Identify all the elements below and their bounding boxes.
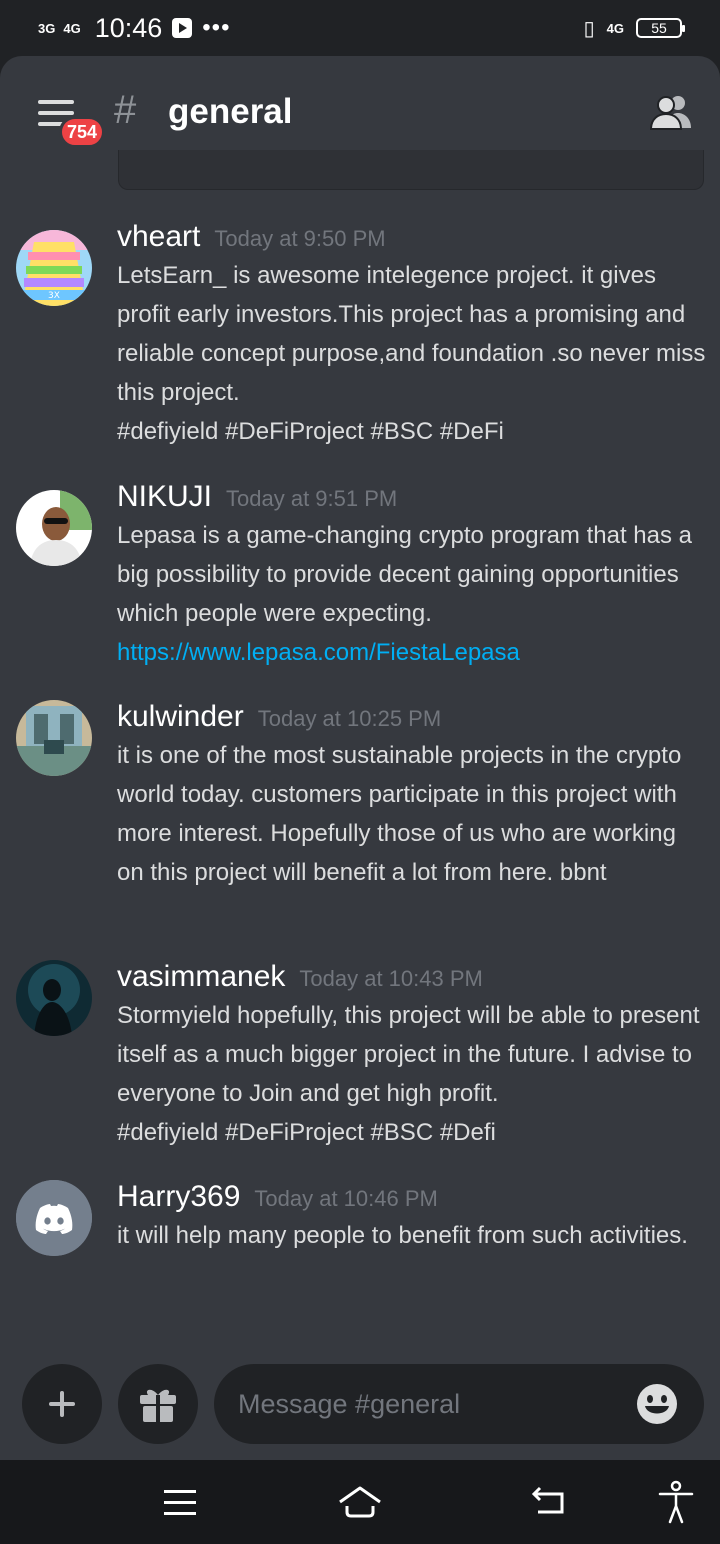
message-composer [0, 1362, 720, 1448]
message-hashtags: #defiyield #DeFiProject #BSC #DeFi [117, 418, 504, 445]
avatar[interactable] [16, 700, 92, 776]
network-indicator: 4G [606, 20, 624, 36]
timestamp: Today at 10:46 PM [254, 1186, 438, 1211]
status-bar: 3G 4G 10:46 ••• ▯ 4G 55 [0, 0, 720, 56]
username[interactable]: vheart [117, 220, 200, 254]
accessibility-icon[interactable] [654, 1480, 698, 1524]
status-time: 10:46 [94, 12, 163, 43]
message-text: LetsEarn_ is awesome intelegence project… [117, 262, 706, 406]
plus-icon [49, 1391, 75, 1417]
channel-title: general [168, 92, 293, 131]
youtube-icon [172, 18, 193, 38]
svg-text:3X: 3X [48, 291, 60, 301]
more-notifications-icon: ••• [202, 14, 231, 41]
signal-3g: 3G [38, 20, 56, 36]
notification-badge: 754 [59, 116, 106, 148]
username[interactable]: NIKUJI [117, 480, 212, 514]
timestamp: Today at 9:50 PM [214, 226, 386, 251]
timestamp: Today at 9:51 PM [226, 486, 398, 511]
username[interactable]: Harry369 [117, 1180, 240, 1214]
battery-indicator: 55 [636, 18, 685, 38]
message-input-container [214, 1364, 704, 1444]
signal-4g: 4G [63, 20, 81, 36]
vibrate-icon: ▯ [583, 17, 595, 40]
recent-apps-icon[interactable] [158, 1480, 202, 1524]
members-icon[interactable] [650, 94, 692, 130]
back-icon[interactable] [528, 1480, 572, 1524]
message-hashtags: #defiyield #DeFiProject #BSC #Defi [117, 1119, 496, 1146]
avatar[interactable] [16, 1180, 92, 1256]
avatar[interactable] [16, 490, 92, 566]
emoji-icon[interactable] [636, 1383, 678, 1425]
username[interactable]: vasimmanek [117, 960, 285, 994]
system-navigation-bar [0, 1460, 720, 1544]
message-text: Stormyield hopefully, this project will … [117, 1002, 700, 1107]
message-text: it is one of the most sustainable projec… [117, 742, 682, 886]
channel-hash-icon: # [114, 88, 137, 132]
message-link[interactable]: https://www.lepasa.com/FiestaLepasa [117, 633, 707, 672]
timestamp: Today at 10:25 PM [257, 706, 442, 731]
add-attachment-button[interactable] [22, 1364, 102, 1444]
message-input[interactable] [238, 1382, 618, 1426]
gift-button[interactable] [118, 1364, 198, 1444]
pinned-message-preview [118, 150, 704, 190]
home-icon[interactable] [338, 1480, 382, 1524]
message-text: it will help many people to benefit from… [117, 1222, 688, 1249]
username[interactable]: kulwinder [117, 700, 244, 734]
gift-icon [140, 1389, 176, 1422]
discord-logo-icon [16, 1180, 92, 1256]
message-text: Lepasa is a game-changing crypto program… [117, 522, 693, 627]
timestamp: Today at 10:43 PM [299, 966, 483, 991]
avatar[interactable] [16, 960, 92, 1036]
avatar[interactable]: 3X [16, 230, 92, 306]
